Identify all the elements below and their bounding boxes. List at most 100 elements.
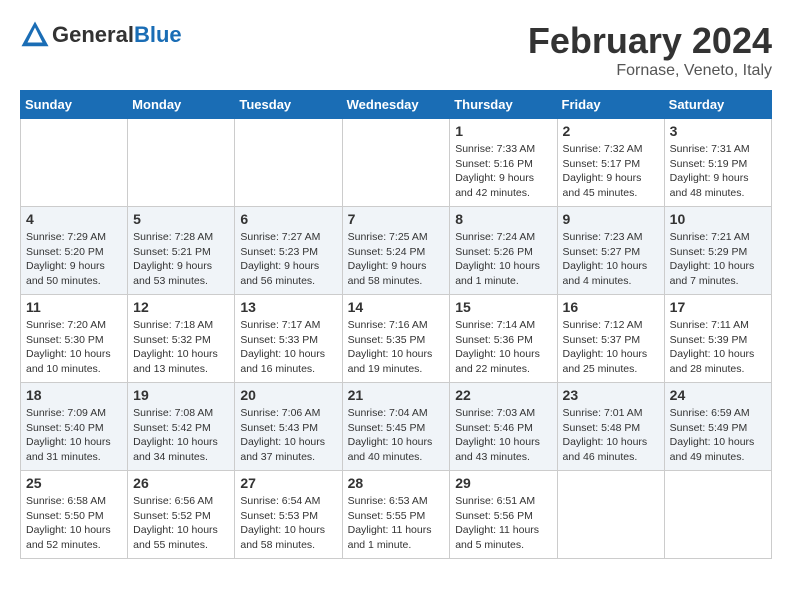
day-number: 24 bbox=[670, 387, 766, 403]
month-title: February 2024 bbox=[528, 20, 772, 62]
calendar-cell bbox=[342, 119, 450, 207]
day-number: 29 bbox=[455, 475, 551, 491]
day-info: Sunrise: 7:28 AM Sunset: 5:21 PM Dayligh… bbox=[133, 230, 229, 289]
day-number: 9 bbox=[563, 211, 659, 227]
day-number: 12 bbox=[133, 299, 229, 315]
day-number: 2 bbox=[563, 123, 659, 139]
day-info: Sunrise: 6:59 AM Sunset: 5:49 PM Dayligh… bbox=[670, 406, 766, 465]
day-info: Sunrise: 7:33 AM Sunset: 5:16 PM Dayligh… bbox=[455, 142, 551, 201]
calendar-cell: 1 Sunrise: 7:33 AM Sunset: 5:16 PM Daylig… bbox=[450, 119, 557, 207]
day-info: Sunrise: 6:51 AM Sunset: 5:56 PM Dayligh… bbox=[455, 494, 551, 553]
calendar-week-row-3: 11 Sunrise: 7:20 AM Sunset: 5:30 PM Dayli… bbox=[21, 295, 772, 383]
day-number: 22 bbox=[455, 387, 551, 403]
day-number: 5 bbox=[133, 211, 229, 227]
calendar-cell: 23 Sunrise: 7:01 AM Sunset: 5:48 PM Dayli… bbox=[557, 383, 664, 471]
weekday-header-thursday: Thursday bbox=[450, 91, 557, 119]
weekday-header-sunday: Sunday bbox=[21, 91, 128, 119]
calendar-cell: 9 Sunrise: 7:23 AM Sunset: 5:27 PM Daylig… bbox=[557, 207, 664, 295]
calendar-cell bbox=[664, 471, 771, 559]
calendar-cell: 11 Sunrise: 7:20 AM Sunset: 5:30 PM Dayli… bbox=[21, 295, 128, 383]
logo-general-text: General bbox=[52, 22, 134, 47]
day-info: Sunrise: 7:06 AM Sunset: 5:43 PM Dayligh… bbox=[240, 406, 336, 465]
day-number: 15 bbox=[455, 299, 551, 315]
day-info: Sunrise: 7:04 AM Sunset: 5:45 PM Dayligh… bbox=[348, 406, 445, 465]
day-info: Sunrise: 7:16 AM Sunset: 5:35 PM Dayligh… bbox=[348, 318, 445, 377]
day-info: Sunrise: 7:14 AM Sunset: 5:36 PM Dayligh… bbox=[455, 318, 551, 377]
calendar-cell: 16Sunrise: 7:12 AM Sunset: 5:37 PM Dayli… bbox=[557, 295, 664, 383]
calendar-week-row-2: 4 Sunrise: 7:29 AM Sunset: 5:20 PM Daylig… bbox=[21, 207, 772, 295]
weekday-header-wednesday: Wednesday bbox=[342, 91, 450, 119]
day-info: Sunrise: 7:27 AM Sunset: 5:23 PM Dayligh… bbox=[240, 230, 336, 289]
calendar-cell: 6 Sunrise: 7:27 AM Sunset: 5:23 PM Daylig… bbox=[235, 207, 342, 295]
day-number: 21 bbox=[348, 387, 445, 403]
day-number: 19 bbox=[133, 387, 229, 403]
calendar-cell bbox=[128, 119, 235, 207]
weekday-header-saturday: Saturday bbox=[664, 91, 771, 119]
calendar-cell: 7 Sunrise: 7:25 AM Sunset: 5:24 PM Daylig… bbox=[342, 207, 450, 295]
day-number: 6 bbox=[240, 211, 336, 227]
calendar-cell bbox=[21, 119, 128, 207]
day-info: Sunrise: 7:29 AM Sunset: 5:20 PM Dayligh… bbox=[26, 230, 122, 289]
weekday-header-tuesday: Tuesday bbox=[235, 91, 342, 119]
calendar-cell: 8Sunrise: 7:24 AM Sunset: 5:26 PM Daylig… bbox=[450, 207, 557, 295]
logo-icon bbox=[20, 20, 50, 50]
calendar-cell: 19Sunrise: 7:08 AM Sunset: 5:42 PM Dayli… bbox=[128, 383, 235, 471]
weekday-header-friday: Friday bbox=[557, 91, 664, 119]
day-number: 3 bbox=[670, 123, 766, 139]
logo: GeneralBlue bbox=[20, 20, 182, 50]
day-info: Sunrise: 7:31 AM Sunset: 5:19 PM Dayligh… bbox=[670, 142, 766, 201]
day-info: Sunrise: 7:25 AM Sunset: 5:24 PM Dayligh… bbox=[348, 230, 445, 289]
title-area: February 2024 Fornase, Veneto, Italy bbox=[528, 20, 772, 80]
day-number: 18 bbox=[26, 387, 122, 403]
calendar-cell: 21 Sunrise: 7:04 AM Sunset: 5:45 PM Dayli… bbox=[342, 383, 450, 471]
calendar-cell: 27 Sunrise: 6:54 AM Sunset: 5:53 PM Dayli… bbox=[235, 471, 342, 559]
day-number: 26 bbox=[133, 475, 229, 491]
day-number: 17 bbox=[670, 299, 766, 315]
calendar-cell: 3 Sunrise: 7:31 AM Sunset: 5:19 PM Daylig… bbox=[664, 119, 771, 207]
calendar-cell: 24 Sunrise: 6:59 AM Sunset: 5:49 PM Dayli… bbox=[664, 383, 771, 471]
day-number: 27 bbox=[240, 475, 336, 491]
calendar-cell: 4 Sunrise: 7:29 AM Sunset: 5:20 PM Daylig… bbox=[21, 207, 128, 295]
calendar-cell: 10 Sunrise: 7:21 AM Sunset: 5:29 PM Dayli… bbox=[664, 207, 771, 295]
day-number: 4 bbox=[26, 211, 122, 227]
day-info: Sunrise: 7:20 AM Sunset: 5:30 PM Dayligh… bbox=[26, 318, 122, 377]
day-info: Sunrise: 7:18 AM Sunset: 5:32 PM Dayligh… bbox=[133, 318, 229, 377]
header: GeneralBlue February 2024 Fornase, Venet… bbox=[20, 20, 772, 80]
calendar-cell: 12 Sunrise: 7:18 AM Sunset: 5:32 PM Dayli… bbox=[128, 295, 235, 383]
day-number: 11 bbox=[26, 299, 122, 315]
day-number: 13 bbox=[240, 299, 336, 315]
day-number: 10 bbox=[670, 211, 766, 227]
calendar-cell: 17 Sunrise: 7:11 AM Sunset: 5:39 PM Dayli… bbox=[664, 295, 771, 383]
calendar-week-row-4: 18 Sunrise: 7:09 AM Sunset: 5:40 PM Dayli… bbox=[21, 383, 772, 471]
calendar-cell: 5 Sunrise: 7:28 AM Sunset: 5:21 PM Daylig… bbox=[128, 207, 235, 295]
day-info: Sunrise: 7:11 AM Sunset: 5:39 PM Dayligh… bbox=[670, 318, 766, 377]
calendar-cell: 14 Sunrise: 7:16 AM Sunset: 5:35 PM Dayli… bbox=[342, 295, 450, 383]
day-info: Sunrise: 7:23 AM Sunset: 5:27 PM Dayligh… bbox=[563, 230, 659, 289]
calendar-cell: 13Sunrise: 7:17 AM Sunset: 5:33 PM Dayli… bbox=[235, 295, 342, 383]
day-info: Sunrise: 7:01 AM Sunset: 5:48 PM Dayligh… bbox=[563, 406, 659, 465]
day-number: 7 bbox=[348, 211, 445, 227]
calendar-cell: 18 Sunrise: 7:09 AM Sunset: 5:40 PM Dayli… bbox=[21, 383, 128, 471]
calendar-cell: 25Sunrise: 6:58 AM Sunset: 5:50 PM Dayli… bbox=[21, 471, 128, 559]
calendar-week-row-1: 1 Sunrise: 7:33 AM Sunset: 5:16 PM Daylig… bbox=[21, 119, 772, 207]
day-info: Sunrise: 7:03 AM Sunset: 5:46 PM Dayligh… bbox=[455, 406, 551, 465]
weekday-header-row: SundayMondayTuesdayWednesdayThursdayFrid… bbox=[21, 91, 772, 119]
day-info: Sunrise: 7:09 AM Sunset: 5:40 PM Dayligh… bbox=[26, 406, 122, 465]
day-info: Sunrise: 7:21 AM Sunset: 5:29 PM Dayligh… bbox=[670, 230, 766, 289]
calendar-cell bbox=[557, 471, 664, 559]
day-info: Sunrise: 6:58 AM Sunset: 5:50 PM Dayligh… bbox=[26, 494, 122, 553]
day-number: 16 bbox=[563, 299, 659, 315]
logo-blue-text: Blue bbox=[134, 22, 182, 47]
day-info: Sunrise: 6:56 AM Sunset: 5:52 PM Dayligh… bbox=[133, 494, 229, 553]
calendar-cell: 28Sunrise: 6:53 AM Sunset: 5:55 PM Dayli… bbox=[342, 471, 450, 559]
day-number: 14 bbox=[348, 299, 445, 315]
calendar-table: SundayMondayTuesdayWednesdayThursdayFrid… bbox=[20, 90, 772, 559]
day-number: 28 bbox=[348, 475, 445, 491]
day-number: 8 bbox=[455, 211, 551, 227]
calendar-cell: 29 Sunrise: 6:51 AM Sunset: 5:56 PM Dayli… bbox=[450, 471, 557, 559]
calendar-cell: 20Sunrise: 7:06 AM Sunset: 5:43 PM Dayli… bbox=[235, 383, 342, 471]
calendar-cell: 26 Sunrise: 6:56 AM Sunset: 5:52 PM Dayli… bbox=[128, 471, 235, 559]
day-number: 23 bbox=[563, 387, 659, 403]
day-info: Sunrise: 6:54 AM Sunset: 5:53 PM Dayligh… bbox=[240, 494, 336, 553]
day-number: 1 bbox=[455, 123, 551, 139]
